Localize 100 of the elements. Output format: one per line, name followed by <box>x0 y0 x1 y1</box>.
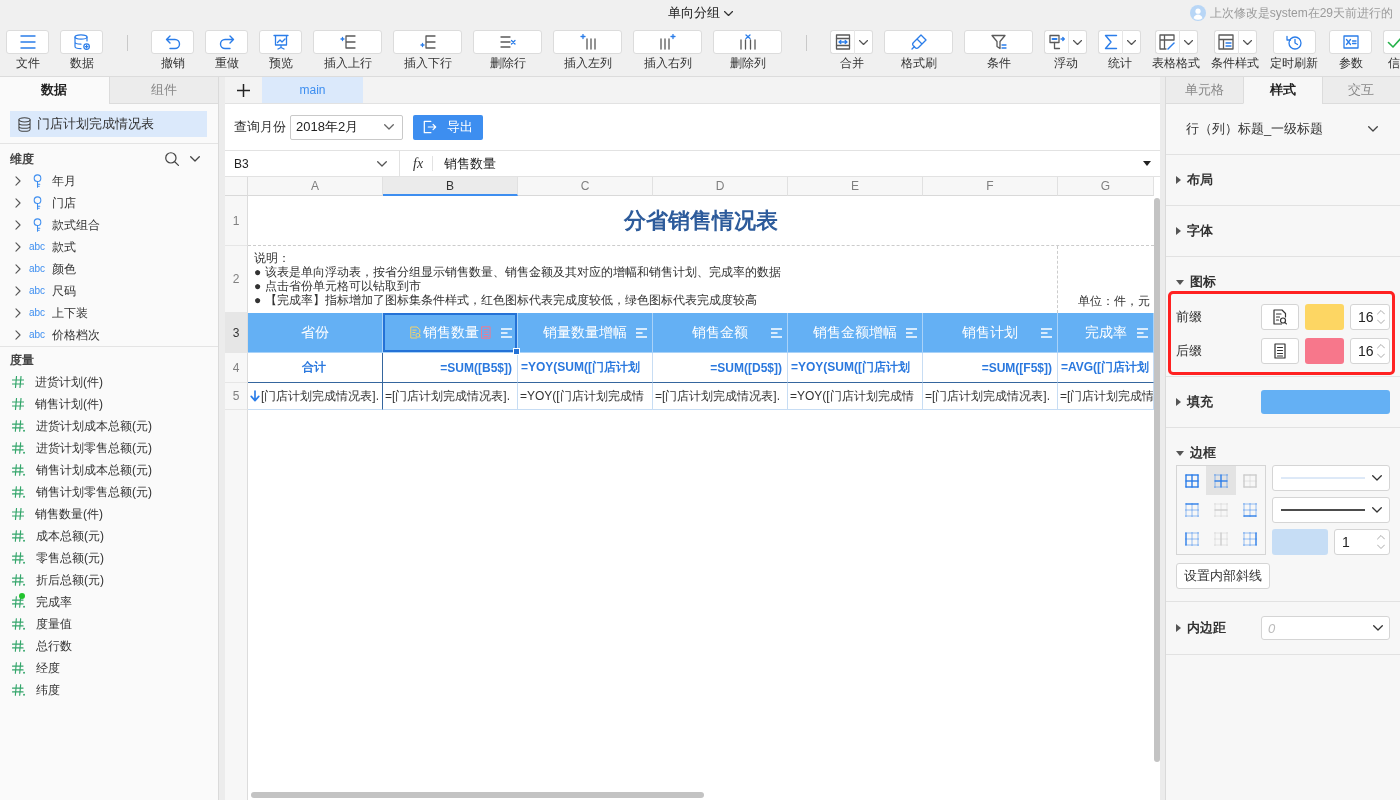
measure-field[interactable]: 销售数量(件) <box>35 505 103 523</box>
column-header[interactable]: A <box>248 177 383 196</box>
row-header[interactable]: 1 <box>225 196 248 246</box>
dropdown-button[interactable] <box>1122 30 1141 54</box>
measure-field[interactable]: 完成率 <box>36 593 72 611</box>
dimension-field[interactable]: 款式组合 <box>52 216 100 234</box>
horizontal-scrollbar[interactable] <box>251 792 704 798</box>
section-title[interactable]: 图标 <box>1190 273 1216 291</box>
conditional-style-button[interactable] <box>1213 30 1238 54</box>
measure-field[interactable]: 总行数 <box>36 637 72 655</box>
fill-handle[interactable] <box>513 348 520 355</box>
measure-field[interactable]: 度量值 <box>36 615 72 633</box>
data-button[interactable] <box>60 30 103 54</box>
measure-field[interactable]: 进货计划零售总额(元) <box>36 439 152 457</box>
table-cell[interactable]: =YOY([门店计划完成情 <box>518 383 653 410</box>
color-swatch[interactable] <box>1305 338 1344 364</box>
caret-down-icon[interactable] <box>1176 279 1184 285</box>
column-header[interactable]: B <box>383 177 518 196</box>
sort-icon[interactable] <box>771 327 782 338</box>
caret-right-icon[interactable] <box>15 176 21 186</box>
measure-field[interactable]: 成本总额(元) <box>36 527 104 545</box>
column-header[interactable]: E <box>788 177 923 196</box>
table-cell[interactable]: =SUM([B5$]) <box>383 353 518 383</box>
section-title[interactable]: 填充 <box>1187 393 1213 411</box>
insert-column-right-button[interactable] <box>633 30 702 54</box>
cell-reference-select[interactable]: B3 <box>225 151 400 176</box>
dataset-item[interactable]: 门店计划完成情况表 <box>10 111 207 137</box>
caret-right-icon[interactable] <box>1176 398 1181 406</box>
caret-right-icon[interactable] <box>15 242 21 252</box>
caret-down-icon[interactable] <box>1176 450 1184 456</box>
color-swatch[interactable] <box>1305 304 1344 330</box>
fill-color-swatch[interactable] <box>1261 390 1390 414</box>
dimension-field[interactable]: 上下装 <box>52 304 88 322</box>
statistics-button[interactable] <box>1098 30 1122 54</box>
dimension-field[interactable]: 颜色 <box>52 260 76 278</box>
section-title[interactable]: 布局 <box>1187 171 1213 189</box>
condition-button[interactable] <box>964 30 1033 54</box>
dimension-field[interactable]: 年月 <box>52 172 76 190</box>
delete-column-button[interactable] <box>713 30 782 54</box>
table-cell[interactable]: =YOY([门店计划完成情 <box>788 383 923 410</box>
number-spinner[interactable]: 1 <box>1334 529 1390 555</box>
delete-row-button[interactable] <box>473 30 542 54</box>
border-option-button[interactable] <box>1206 466 1236 496</box>
style-select[interactable]: 行（列）标题_一级标题 <box>1186 116 1378 142</box>
caret-right-icon[interactable] <box>15 198 21 208</box>
measure-field[interactable]: 进货计划成本总额(元) <box>36 417 152 435</box>
dropdown-button[interactable] <box>1068 30 1087 54</box>
column-header[interactable]: C <box>518 177 653 196</box>
chevron-down-icon[interactable] <box>190 156 200 162</box>
section-title[interactable]: 边框 <box>1190 444 1216 462</box>
icon-picker-button[interactable] <box>1261 304 1299 330</box>
caret-right-icon[interactable] <box>15 264 21 274</box>
sort-icon[interactable] <box>501 327 512 338</box>
row-header[interactable]: 2 <box>225 246 248 313</box>
dimension-field[interactable]: 门店 <box>52 194 76 212</box>
float-button[interactable] <box>1044 30 1068 54</box>
icon-picker-button[interactable] <box>1261 338 1299 364</box>
number-spinner[interactable]: 16 <box>1350 338 1390 364</box>
table-cell[interactable]: 合计 <box>248 353 383 383</box>
row-header[interactable]: 4 <box>225 353 248 383</box>
sort-icon[interactable] <box>1041 327 1052 338</box>
redo-button[interactable] <box>205 30 248 54</box>
toolbar-button[interactable] <box>1383 30 1400 54</box>
table-cell[interactable]: [门店计划完成情况表]. <box>248 383 383 410</box>
preview-button[interactable] <box>259 30 302 54</box>
measure-field[interactable]: 进货计划(件) <box>35 373 103 391</box>
dropdown-button[interactable] <box>854 30 873 54</box>
undo-button[interactable] <box>151 30 194 54</box>
table-cell[interactable]: =[门店计划完成情况表]. <box>383 383 518 410</box>
measure-field[interactable]: 折后总额(元) <box>36 571 104 589</box>
triangle-down-icon[interactable] <box>1143 161 1151 166</box>
insert-row-below-button[interactable] <box>393 30 462 54</box>
sort-icon[interactable] <box>636 327 647 338</box>
format-painter-button[interactable] <box>884 30 953 54</box>
border-color-swatch[interactable] <box>1272 529 1328 555</box>
caret-right-icon[interactable] <box>15 330 21 340</box>
measure-field[interactable]: 销售计划(件) <box>35 395 103 413</box>
table-cell[interactable]: =YOY(SUM([门店计划 <box>518 353 653 383</box>
table-cell[interactable]: =[门店计划完成情况表]. <box>653 383 788 410</box>
column-header[interactable]: D <box>653 177 788 196</box>
document-title[interactable]: 单向分组 <box>667 4 720 22</box>
measure-field[interactable]: 销售计划零售总额(元) <box>36 483 152 501</box>
column-header[interactable]: F <box>923 177 1058 196</box>
measure-field[interactable]: 零售总额(元) <box>36 549 104 567</box>
caret-right-icon[interactable] <box>15 308 21 318</box>
vertical-scrollbar[interactable] <box>1154 198 1160 762</box>
section-title[interactable]: 字体 <box>1187 222 1213 240</box>
insert-row-above-button[interactable] <box>313 30 382 54</box>
sort-icon[interactable] <box>906 327 917 338</box>
dimension-field[interactable]: 款式 <box>52 238 76 256</box>
number-spinner[interactable]: 16 <box>1350 304 1390 330</box>
table-cell[interactable]: =[门店计划完成情况表]. <box>923 383 1058 410</box>
dimension-field[interactable]: 尺码 <box>52 282 76 300</box>
month-select[interactable]: 2018年2月 <box>290 114 403 140</box>
table-cell[interactable]: =SUM([D5$]) <box>653 353 788 383</box>
search-icon[interactable] <box>165 152 179 166</box>
measure-field[interactable]: 经度 <box>36 659 60 677</box>
column-header[interactable]: G <box>1058 177 1154 196</box>
sort-icon[interactable] <box>1137 327 1148 338</box>
row-header[interactable]: 5 <box>225 383 248 410</box>
